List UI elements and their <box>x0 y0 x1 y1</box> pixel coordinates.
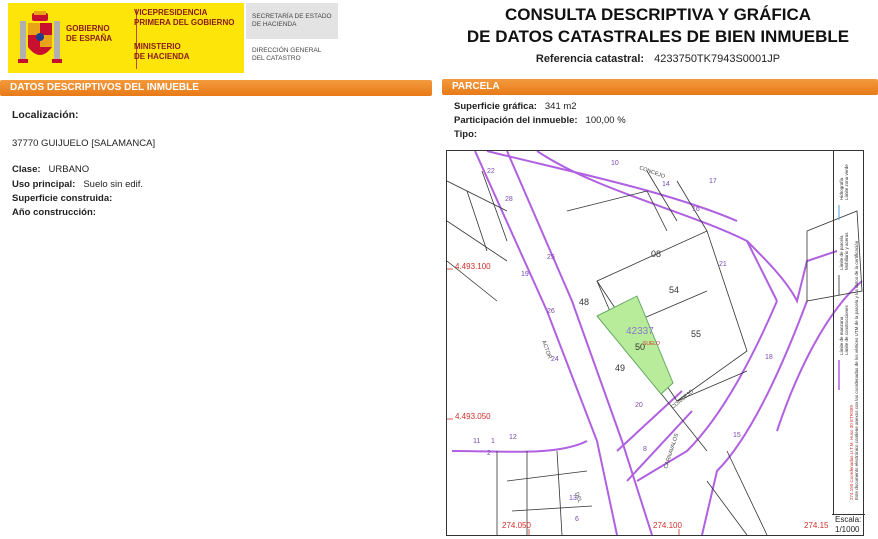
page-title: CONSULTA DESCRIPTIVA Y GRÁFICA DE DATOS … <box>466 5 850 46</box>
parcel-label: 49 <box>615 363 625 373</box>
cadastral-map[interactable]: 4.493.100 4.493.050 274.050 274.100 274.… <box>446 150 864 536</box>
legend-doc-note: Este documento electrónico contiene anex… <box>854 240 859 500</box>
coord-label: 4.493.050 <box>455 412 491 421</box>
svg-text:14: 14 <box>662 181 670 188</box>
ministerio-text: MINISTERIO DE HACIENDA <box>134 42 190 61</box>
coord-label: 274.100 <box>653 521 682 530</box>
parcel-label: 54 <box>669 285 679 295</box>
legend-item: Límite zona verde <box>844 164 849 200</box>
coordinate-ticks <box>447 268 680 535</box>
localizacion-value: 37770 GUIJUELO [SALAMANCA] <box>12 138 156 149</box>
svg-text:CONCEJO: CONCEJO <box>638 165 666 180</box>
svg-text:10: 10 <box>611 160 619 167</box>
svg-text:26: 26 <box>547 308 555 315</box>
svg-text:6: 6 <box>575 516 579 523</box>
superficie-grafica-row: Superficie gráfica: 341 m2 <box>454 101 577 112</box>
map-legend: Límite de manzana Límite de construccion… <box>833 150 862 514</box>
secretaria-text: SECRETARÍA DE ESTADO DE HACIENDA <box>252 13 332 28</box>
localizacion-label: Localización: <box>12 109 79 121</box>
legend-item: Mobiliario y aceras <box>844 232 849 270</box>
coord-label: 274.050 <box>502 521 531 530</box>
gobierno-text: GOBIERNO DE ESPAÑA <box>66 24 113 43</box>
referencia-catastral: Referencia catastral: 4233750TK7943S0001J… <box>535 53 781 65</box>
superficie-construida-label: Superficie construida: <box>12 193 113 204</box>
coord-label: 4.493.100 <box>455 262 491 271</box>
coat-of-arms-icon <box>18 11 62 63</box>
coordinate-labels: 4.493.100 4.493.050 274.050 274.100 274.… <box>455 262 829 530</box>
svg-text:12: 12 <box>509 434 517 441</box>
legend-drawing: Límite de manzana Límite de construccion… <box>838 164 859 500</box>
section-bar-parcela: PARCELA <box>442 79 878 95</box>
anio-construccion-label: Año construcción: <box>12 207 96 218</box>
vicepresidencia-text: VICEPRESIDENCIA PRIMERA DEL GOBIERNO <box>134 8 235 27</box>
svg-text:16: 16 <box>692 206 700 213</box>
svg-text:28: 28 <box>505 196 513 203</box>
section-bar-datos: DATOS DESCRIPTIVOS DEL INMUEBLE <box>0 80 432 96</box>
clase-row: Clase: URBANO <box>12 164 90 175</box>
participacion-row: Participación del inmueble: 100,00 % <box>454 115 626 126</box>
svg-text:11: 11 <box>473 438 480 445</box>
svg-text:18: 18 <box>765 354 773 361</box>
page-header: GOBIERNO DE ESPAÑA VICEPRESIDENCIA PRIMERA… <box>0 0 878 76</box>
direccion-text: DIRECCIÓN GENERAL DEL CATASTRO <box>252 47 322 62</box>
svg-text:25: 25 <box>547 254 555 261</box>
svg-text:15: 15 <box>733 432 741 439</box>
legend-item: Límite de construcciones <box>844 304 849 355</box>
parcel-label: 08 <box>651 249 661 259</box>
svg-text:2: 2 <box>487 450 491 457</box>
svg-text:22: 22 <box>487 168 495 175</box>
map-scale: Escala: 1/1000 <box>832 514 865 535</box>
parcel-label: 55 <box>691 329 701 339</box>
uso-row: Uso principal: Suelo sin edif. <box>12 179 144 190</box>
svg-text:1: 1 <box>491 438 495 445</box>
map-drawing: 4.493.100 4.493.050 274.050 274.100 274.… <box>447 151 863 535</box>
svg-text:17: 17 <box>709 178 717 185</box>
coord-label: 274.15 <box>804 521 829 530</box>
svg-text:20: 20 <box>635 402 643 409</box>
tipo-label: Tipo: <box>454 129 478 140</box>
parcel-ref-label: 42337 <box>626 326 654 337</box>
svg-text:8: 8 <box>643 446 647 453</box>
svg-text:21: 21 <box>719 261 727 268</box>
parcel-use-label: SUELO <box>643 341 660 347</box>
svg-text:ACTOR: ACTOR <box>540 340 552 360</box>
svg-text:19: 19 <box>521 271 529 278</box>
parcel-label: 48 <box>579 297 589 307</box>
